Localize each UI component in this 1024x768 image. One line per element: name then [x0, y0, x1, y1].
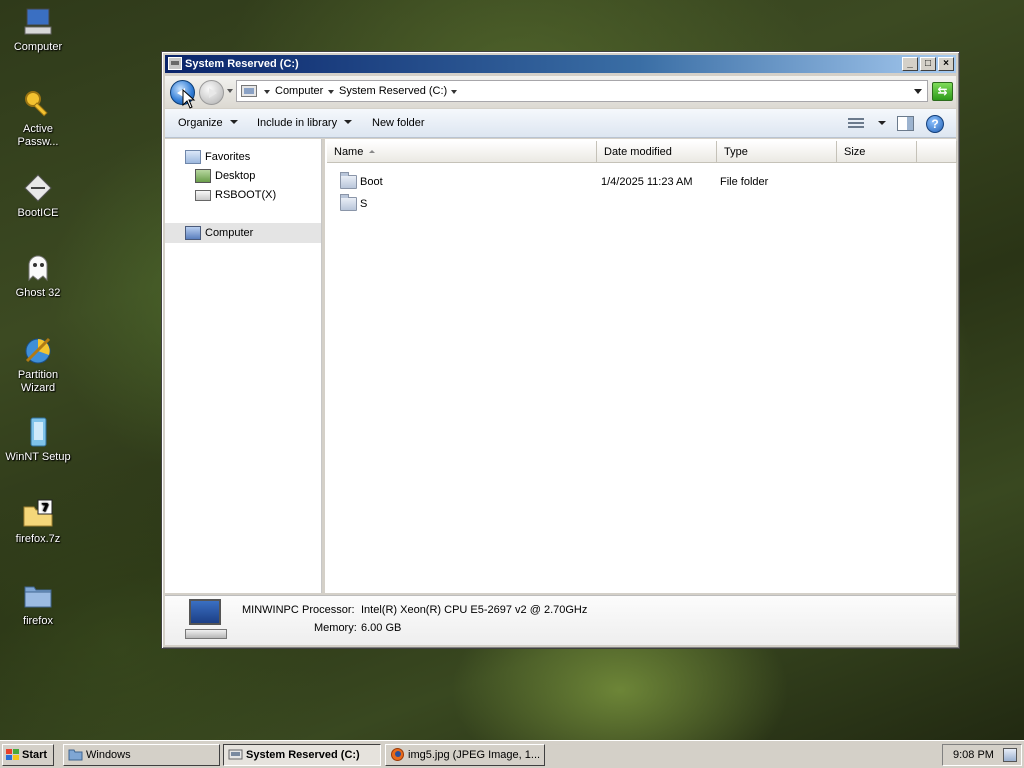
file-name: S	[360, 198, 368, 210]
taskbar: Start Windows System Reserved (C:) img5.…	[0, 740, 1024, 768]
folder-icon	[340, 194, 357, 211]
file-date: 1/4/2025 11:23 AM	[601, 176, 693, 188]
address-dropdown-icon[interactable]	[914, 89, 922, 94]
column-header-date-modified[interactable]: Date modified	[597, 141, 717, 163]
change-view-icon[interactable]	[848, 116, 864, 130]
clock[interactable]: 9:08 PM	[953, 749, 994, 761]
archive-icon: 7	[22, 498, 54, 530]
computer-icon	[185, 226, 201, 240]
mouse-cursor-icon	[182, 89, 196, 109]
taskbar-item-img5[interactable]: img5.jpg (JPEG Image, 1...	[385, 744, 545, 766]
chevron-down-icon	[229, 120, 238, 124]
help-icon[interactable]: ?	[926, 115, 944, 133]
column-header-spacer	[917, 141, 957, 163]
chevron-down-icon[interactable]	[328, 90, 334, 94]
details-pane: MINWINPC Processor: Intel(R) Xeon(R) CPU…	[165, 595, 956, 645]
chevron-down-icon	[344, 120, 353, 124]
memory-label: Memory:	[314, 622, 357, 634]
svg-text:7: 7	[41, 501, 49, 514]
refresh-button[interactable]: ⇆	[932, 82, 953, 101]
file-type: File folder	[720, 176, 769, 188]
desktop-icon	[195, 169, 211, 183]
breadcrumb-system-reserved[interactable]: System Reserved (C:)	[339, 84, 447, 98]
title-bar[interactable]: System Reserved (C:) _ □ ×	[165, 55, 956, 73]
file-name: Boot	[360, 176, 383, 188]
nav-item-desktop[interactable]: Desktop	[165, 166, 321, 186]
computer-icon	[185, 599, 227, 641]
file-row[interactable]: Boot 1/4/2025 11:23 AM File folder	[325, 171, 956, 193]
taskbar-item-system-reserved[interactable]: System Reserved (C:)	[223, 744, 381, 766]
desktop-icon-firefox-7z[interactable]: 7 firefox.7z	[4, 498, 72, 546]
column-header-type[interactable]: Type	[717, 141, 837, 163]
column-header-name[interactable]: Name	[327, 141, 597, 163]
processor-value: Intel(R) Xeon(R) CPU E5-2697 v2 @ 2.70GH…	[361, 604, 588, 616]
computer-icon	[22, 6, 54, 38]
navigation-pane: Favorites Desktop RSBOOT(X) Computer	[165, 139, 322, 593]
forward-button[interactable]	[199, 80, 224, 105]
column-header-size[interactable]: Size	[837, 141, 917, 163]
file-list: Name Date modified Type Size Boot 1/4/20…	[325, 139, 957, 593]
computer-icon	[241, 85, 257, 97]
windows-logo-icon	[6, 749, 19, 761]
new-folder-button[interactable]: New folder	[372, 117, 425, 129]
chevron-down-icon[interactable]	[451, 90, 457, 94]
organize-button[interactable]: Organize	[178, 117, 238, 129]
address-bar-area: Computer System Reserved (C:) ⇆	[165, 76, 956, 108]
memory-value: 6.00 GB	[361, 622, 402, 634]
recent-pages-dropdown[interactable]	[227, 89, 233, 93]
ghost-icon	[22, 252, 54, 284]
drive-icon	[168, 57, 182, 70]
desktop-icon-bootice[interactable]: BootICE	[4, 172, 72, 220]
desktop-icon-winnt-setup[interactable]: WinNT Setup	[4, 416, 72, 464]
processor-label: Processor:	[302, 604, 355, 616]
desktop-icon-partition-wizard[interactable]: Partition Wizard	[4, 334, 72, 395]
desktop-icon-ghost32[interactable]: Ghost 32	[4, 252, 72, 300]
folder-icon	[340, 172, 357, 189]
start-button[interactable]: Start	[2, 744, 54, 766]
folder-icon	[68, 749, 83, 761]
system-tray: 9:08 PM	[942, 744, 1022, 766]
address-bar[interactable]: Computer System Reserved (C:)	[236, 80, 928, 102]
firefox-icon	[391, 748, 404, 761]
file-row[interactable]: S	[325, 193, 956, 215]
taskbar-item-windows[interactable]: Windows	[63, 744, 220, 766]
maximize-button[interactable]: □	[920, 57, 936, 71]
explorer-window: System Reserved (C:) _ □ × Computer Syst…	[161, 51, 960, 649]
nav-item-computer[interactable]: Computer	[165, 223, 321, 243]
minimize-button[interactable]: _	[902, 57, 918, 71]
folder-icon	[22, 580, 54, 612]
preview-pane-icon[interactable]	[897, 116, 914, 131]
desktop-icon-firefox-folder[interactable]: firefox	[4, 580, 72, 628]
close-button[interactable]: ×	[938, 57, 954, 71]
computer-name: MINWINPC	[242, 604, 299, 616]
view-options-dropdown[interactable]	[878, 121, 886, 125]
drive-icon	[195, 190, 211, 201]
favorites-icon	[185, 150, 201, 164]
breadcrumb-computer[interactable]: Computer	[275, 84, 323, 98]
drive-icon	[228, 749, 243, 760]
network-icon[interactable]	[1003, 748, 1017, 762]
desktop-icon-active-password[interactable]: Active Passw...	[4, 88, 72, 149]
partition-wizard-icon	[22, 334, 54, 366]
nav-item-rsboot[interactable]: RSBOOT(X)	[165, 185, 321, 205]
winnt-setup-icon	[22, 416, 54, 448]
nav-item-favorites[interactable]: Favorites	[165, 147, 321, 167]
chevron-down-icon[interactable]	[264, 90, 270, 94]
command-bar: Organize Include in library New folder ?	[165, 109, 956, 138]
window-title: System Reserved (C:)	[185, 58, 299, 70]
desktop-icon-computer[interactable]: Computer	[4, 6, 72, 54]
bootice-icon	[22, 172, 54, 204]
include-in-library-button[interactable]: Include in library	[257, 117, 353, 129]
sort-ascending-icon	[369, 150, 376, 153]
key-icon	[22, 88, 54, 120]
